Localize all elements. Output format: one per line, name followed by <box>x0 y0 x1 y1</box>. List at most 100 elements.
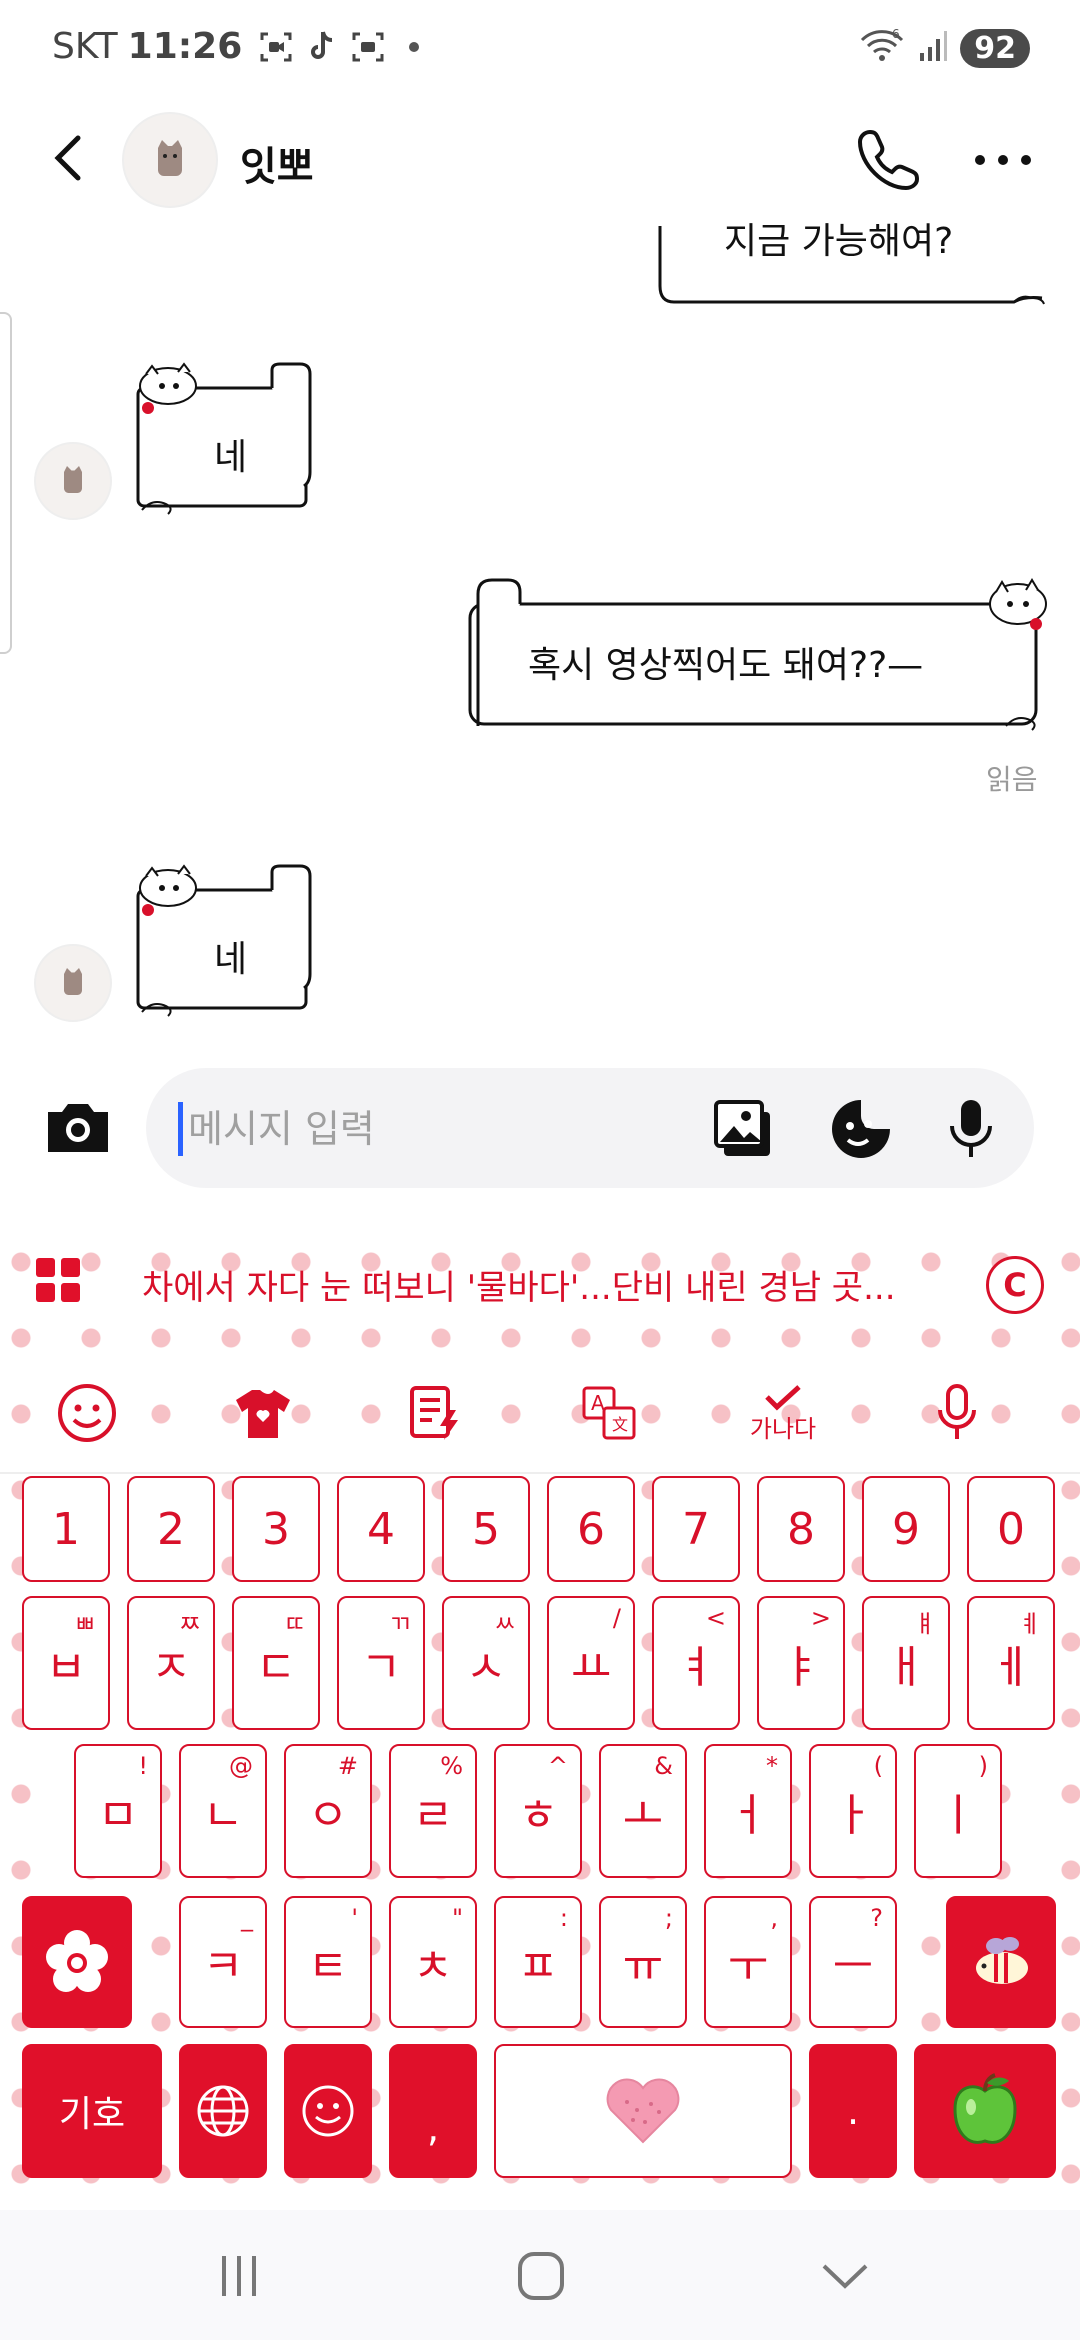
phone-icon <box>857 129 920 191</box>
screen-capture-icon <box>350 29 386 65</box>
key-4[interactable]: 4 <box>337 1476 425 1582</box>
key-9[interactable]: 9 <box>862 1476 950 1582</box>
sender-avatar[interactable] <box>34 944 112 1022</box>
language-key[interactable] <box>179 2044 267 2178</box>
emoji-key[interactable] <box>284 2044 372 2178</box>
read-receipt: 읽음 <box>986 763 1038 796</box>
key-b[interactable]: ㅃㅂ <box>22 1596 110 1730</box>
news-banner-link[interactable]: 차에서 자다 눈 떠보니 '물바다'...단비 내린 경남 곳... <box>142 1260 896 1309</box>
key-7[interactable]: 7 <box>652 1476 740 1582</box>
key-yeo[interactable]: < ㅕ <box>652 1596 740 1730</box>
message-input[interactable] <box>186 1090 690 1168</box>
status-bar: SKT 11:26 6 92 <box>0 0 1080 100</box>
keyboard-toolbar: A文 가나다 <box>0 1360 1080 1474</box>
key-5[interactable]: 5 <box>442 1476 530 1582</box>
key-ya[interactable]: > ㅑ <box>757 1596 845 1730</box>
text-edit-tool-button[interactable] <box>400 1378 470 1448</box>
key-2[interactable]: 2 <box>127 1476 215 1582</box>
key-r[interactable]: % ㄹ <box>389 1744 477 1878</box>
signal-icon <box>918 29 948 67</box>
message-input-container[interactable] <box>146 1068 1034 1188</box>
battery-badge: 92 <box>960 28 1030 68</box>
back-nav-button[interactable] <box>810 2246 880 2306</box>
home-button[interactable] <box>506 2246 576 2306</box>
message-bubble-received[interactable]: 네 <box>132 864 318 1022</box>
key-e[interactable]: ㅖㅔ <box>967 1596 1055 1730</box>
key-d[interactable]: ㄸㄷ <box>232 1596 320 1730</box>
key-u[interactable]: ,ㅜ <box>704 1896 792 2028</box>
key-0[interactable]: 0 <box>967 1476 1055 1582</box>
home-icon <box>518 2252 564 2300</box>
voice-input-button[interactable] <box>940 1098 1002 1160</box>
enter-key[interactable] <box>914 2044 1056 2178</box>
voice-tool-button[interactable] <box>922 1378 992 1448</box>
key-t[interactable]: ' ㅌ <box>284 1896 372 2028</box>
more-dots-icon <box>975 155 1031 165</box>
cat-avatar-icon <box>64 466 82 493</box>
key-k[interactable]: _ ㅋ <box>179 1896 267 2028</box>
key-3[interactable]: 3 <box>232 1476 320 1582</box>
key-o[interactable]: & ㅗ <box>599 1744 687 1878</box>
translate-tool-button[interactable]: A文 <box>574 1378 644 1448</box>
contact-name[interactable]: 잇뽀 <box>240 134 314 192</box>
key-eo[interactable]: * ㅓ <box>704 1744 792 1878</box>
call-button[interactable] <box>856 126 922 192</box>
key-a[interactable]: (ㅏ <box>809 1744 897 1878</box>
comma-key[interactable]: , <box>389 2044 477 2178</box>
key-eu[interactable]: ? ㅡ <box>809 1896 897 2028</box>
symbols-key[interactable]: 기호 <box>22 2044 162 2178</box>
smiley-icon <box>58 1384 116 1442</box>
handwriting-tool-button[interactable]: 가나다 <box>746 1378 820 1448</box>
theme-tool-button[interactable] <box>228 1378 298 1448</box>
sender-avatar[interactable] <box>34 442 112 520</box>
backspace-key[interactable] <box>946 1896 1056 2028</box>
key-yo[interactable]: / ㅛ <box>547 1596 635 1730</box>
status-left: SKT 11:26 <box>52 26 432 67</box>
space-key[interactable] <box>494 2044 792 2178</box>
key-8[interactable]: 8 <box>757 1476 845 1582</box>
key-g[interactable]: ㄲㄱ <box>337 1596 425 1730</box>
key-n[interactable]: @ ㄴ <box>179 1744 267 1878</box>
emoji-button[interactable] <box>830 1098 892 1160</box>
message-bubble-sent[interactable]: 혹시 영상찍어도 돼여??— <box>466 576 1050 736</box>
shift-key[interactable] <box>22 1896 132 2028</box>
emoji-tool-button[interactable] <box>52 1378 122 1448</box>
smiley-icon <box>302 2085 354 2137</box>
back-button[interactable] <box>40 128 100 188</box>
gallery-button[interactable] <box>712 1098 774 1160</box>
message-text: 네 <box>214 437 248 478</box>
camera-button[interactable] <box>42 1098 114 1158</box>
screen-record-icon <box>258 29 294 65</box>
key-ch[interactable]: " ㅊ <box>389 1896 477 2028</box>
contact-avatar[interactable] <box>122 112 218 208</box>
key-s[interactable]: ㅆㅅ <box>442 1596 530 1730</box>
chevron-left-icon <box>54 135 81 181</box>
notification-dot-icon <box>396 29 432 65</box>
key-j[interactable]: ㅉㅈ <box>127 1596 215 1730</box>
more-options-button[interactable] <box>968 140 1038 180</box>
flower-icon <box>46 1930 108 1992</box>
message-bubble-received[interactable]: 네 <box>132 362 318 520</box>
gallery-icon <box>714 1100 770 1156</box>
key-h[interactable]: ^ ㅎ <box>494 1744 582 1878</box>
carrier: SKT <box>52 26 118 67</box>
apps-grid-button[interactable] <box>34 1256 82 1304</box>
globe-icon <box>197 2085 249 2137</box>
key-ng[interactable]: # ㅇ <box>284 1744 372 1878</box>
chevron-down-icon <box>822 2264 868 2289</box>
scroll-indicator[interactable] <box>0 312 12 654</box>
period-key[interactable]: . <box>809 2044 897 2178</box>
key-6[interactable]: 6 <box>547 1476 635 1582</box>
message-bubble-sent[interactable]: 지금 가능해여? <box>654 221 1050 310</box>
tshirt-icon <box>236 1390 290 1438</box>
key-m[interactable]: ! ㅁ <box>74 1744 162 1878</box>
copyright-icon[interactable]: C <box>986 1256 1044 1314</box>
key-yu[interactable]: ; ㅠ <box>599 1896 687 2028</box>
recent-apps-button[interactable] <box>204 2246 274 2306</box>
key-ae[interactable]: ㅒㅐ <box>862 1596 950 1730</box>
bee-icon <box>976 1937 1028 1984</box>
key-p[interactable]: :ㅍ <box>494 1896 582 2028</box>
navigation-bar <box>0 2210 1080 2340</box>
key-1[interactable]: 1 <box>22 1476 110 1582</box>
key-i[interactable]: ) ㅣ <box>914 1744 1002 1878</box>
